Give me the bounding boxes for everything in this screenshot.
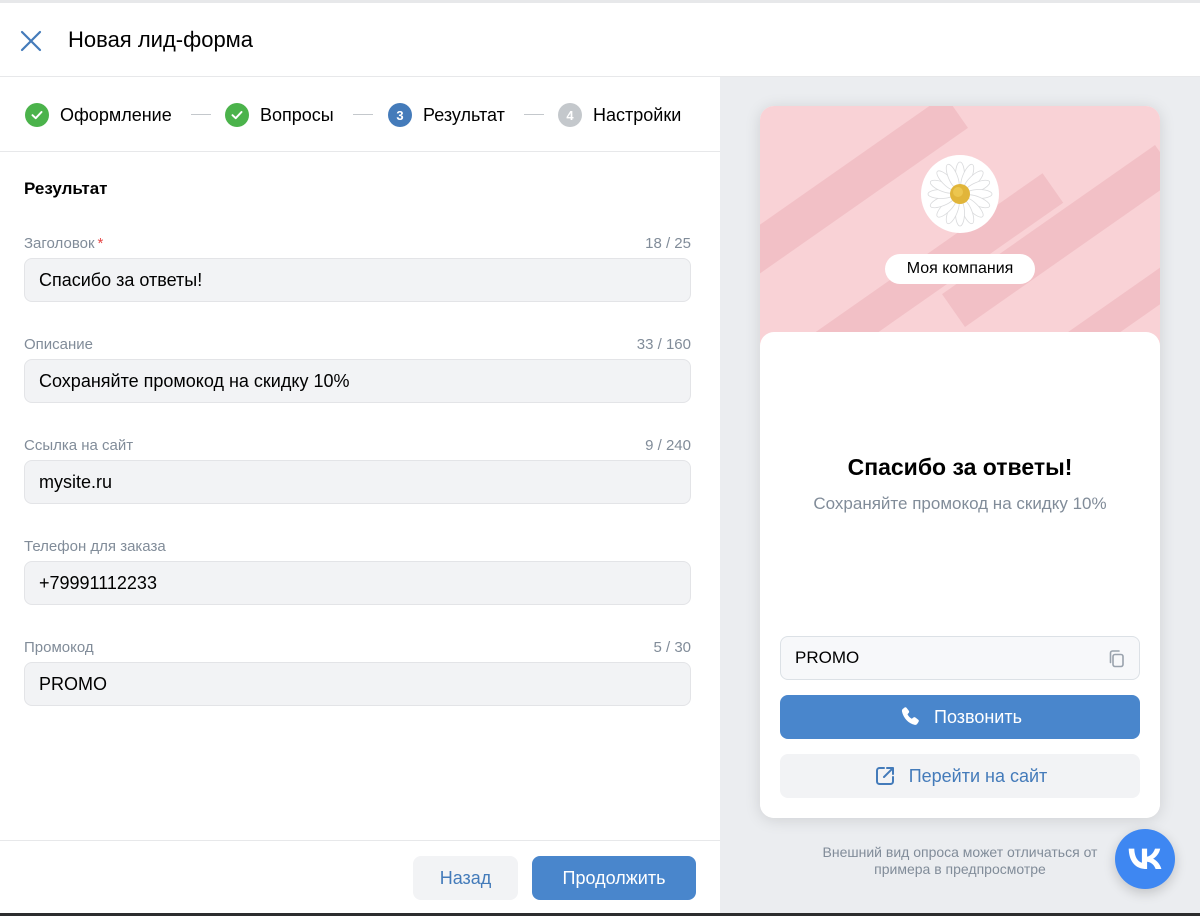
company-name-badge: Моя компания [885, 254, 1035, 284]
preview-card: Моя компания Спасибо за ответы! Сохраняй… [760, 106, 1160, 818]
description-field: Описание 33 / 160 Сохраняйте промокод на… [24, 334, 691, 403]
form-panel: Оформление Вопросы 3 Результат 4 Настрой… [0, 77, 720, 913]
promo-field: Промокод 5 / 30 PROMO [24, 637, 691, 706]
external-link-icon [875, 767, 894, 785]
step-design[interactable]: Оформление [25, 101, 172, 129]
step-settings[interactable]: 4 Настройки [558, 101, 681, 129]
page-title: Новая лид-форма [68, 27, 254, 52]
preview-sheet: Спасибо за ответы! Сохраняйте промокод н… [760, 332, 1160, 818]
step-label: Настройки [593, 104, 682, 125]
call-button-label: Позвонить [934, 706, 1022, 727]
site-link-input[interactable]: mysite.ru [24, 460, 691, 504]
step-number-badge: 4 [558, 103, 582, 127]
phone-field: Телефон для заказа +79991112233 [24, 536, 691, 605]
go-to-site-button[interactable]: Перейти на сайт [780, 754, 1140, 798]
promo-code-box: PROMO [780, 636, 1140, 680]
preview-title: Спасибо за ответы! [847, 454, 1073, 480]
char-counter: 9 / 240 [645, 436, 691, 454]
vk-chat-button[interactable] [1115, 829, 1175, 889]
phone-icon [901, 707, 919, 725]
promo-code-value: PROMO [795, 648, 860, 667]
daisy-flower-icon [927, 161, 993, 227]
section-title: Результат [24, 179, 108, 198]
close-icon [20, 30, 42, 52]
step-divider [524, 114, 544, 115]
required-mark: * [97, 234, 104, 252]
preview-panel: Моя компания Спасибо за ответы! Сохраняй… [720, 77, 1200, 913]
vk-logo-icon [1128, 848, 1162, 869]
close-button[interactable] [18, 28, 44, 54]
step-divider [353, 114, 373, 115]
check-circle-icon [25, 103, 49, 127]
description-input[interactable]: Сохраняйте промокод на скидку 10% [24, 359, 691, 403]
promo-input[interactable]: PROMO [24, 662, 691, 706]
copy-icon[interactable] [1107, 649, 1127, 669]
field-label: Телефон для заказа [24, 537, 166, 555]
preview-disclaimer: Внешний вид опроса может отличаться от п… [822, 844, 1098, 877]
step-divider [191, 114, 211, 115]
stepper: Оформление Вопросы 3 Результат 4 Настрой… [0, 77, 720, 152]
field-label: Ссылка на сайт [24, 436, 134, 454]
preview-description: Сохраняйте промокод на скидку 10% [813, 494, 1107, 513]
call-button[interactable]: Позвонить [780, 695, 1140, 739]
step-label: Вопросы [260, 104, 334, 125]
char-counter: 18 / 25 [645, 234, 691, 252]
page-header: Новая лид-форма [0, 3, 1200, 77]
step-result[interactable]: 3 Результат [388, 101, 505, 129]
title-field: Заголовок * 18 / 25 Спасибо за ответы! [24, 233, 691, 302]
cover-image: Моя компания [760, 106, 1160, 346]
company-logo [921, 155, 999, 233]
step-number-badge: 3 [388, 103, 412, 127]
back-button[interactable]: Назад [413, 856, 518, 900]
site-link-field: Ссылка на сайт 9 / 240 mysite.ru [24, 435, 691, 504]
field-label: Промокод [24, 638, 94, 656]
phone-input[interactable]: +79991112233 [24, 561, 691, 605]
go-to-site-label: Перейти на сайт [908, 765, 1048, 786]
step-label: Результат [423, 104, 505, 125]
field-label: Описание [24, 335, 94, 353]
continue-button[interactable]: Продолжить [532, 856, 696, 900]
char-counter: 5 / 30 [653, 638, 691, 656]
field-label: Заголовок * [24, 234, 104, 252]
check-circle-icon [225, 103, 249, 127]
form-footer: Назад Продолжить [0, 840, 720, 913]
char-counter: 33 / 160 [636, 335, 691, 353]
step-label: Оформление [60, 104, 172, 125]
title-input[interactable]: Спасибо за ответы! [24, 258, 691, 302]
step-questions[interactable]: Вопросы [225, 101, 334, 129]
